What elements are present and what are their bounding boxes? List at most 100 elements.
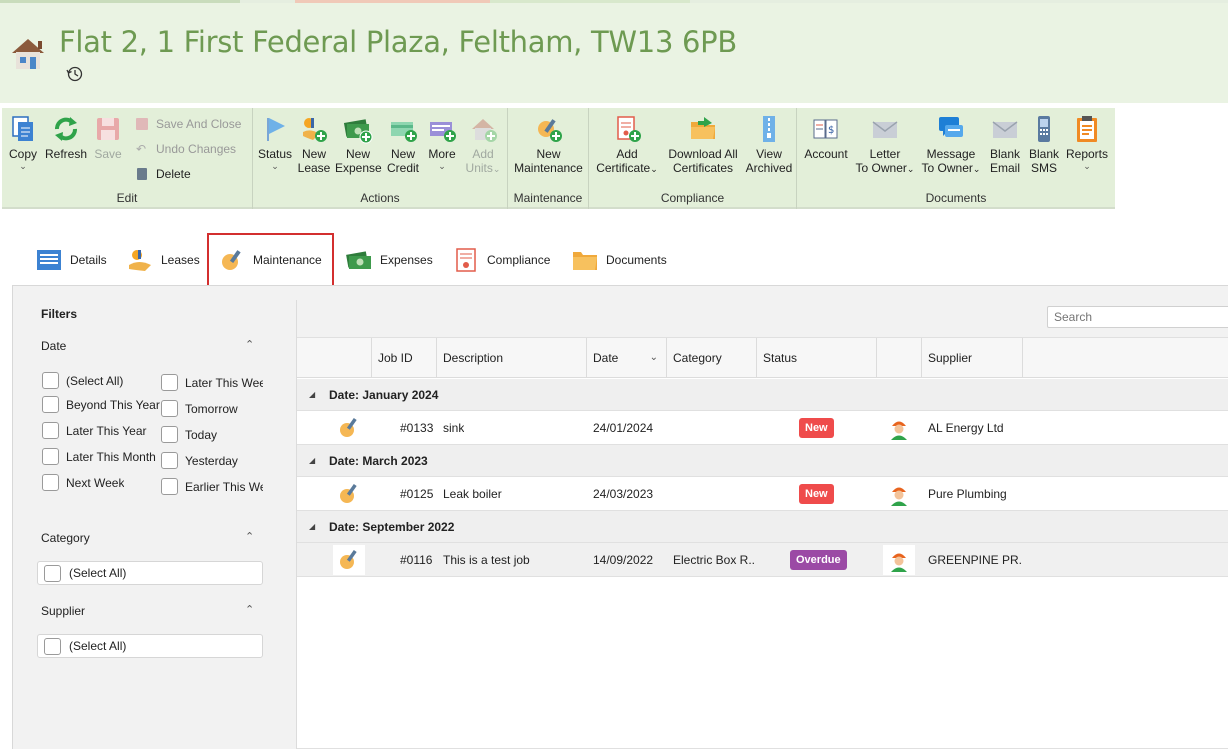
tab-expenses[interactable]: Expenses xyxy=(346,233,433,287)
group-row[interactable]: ◢ Date: March 2023 xyxy=(297,445,1228,477)
view-archived-button[interactable]: View Archived xyxy=(745,114,793,175)
refresh-icon xyxy=(55,117,77,141)
tab-documents[interactable]: Documents xyxy=(572,233,667,287)
search-input[interactable] xyxy=(1047,306,1228,328)
collapse-triangle-icon[interactable]: ◢ xyxy=(309,445,315,477)
filter-checkbox[interactable]: Yesterday xyxy=(161,452,263,469)
house-icon xyxy=(12,39,44,69)
letter-to-owner-button[interactable]: Letter To Owner⌄ xyxy=(853,114,917,176)
page-header: Flat 2, 1 First Federal Plaza, Feltham, … xyxy=(0,0,1228,103)
copy-button[interactable]: Copy ⌄ xyxy=(5,114,41,171)
cell-category: Electric Box R... xyxy=(673,553,755,567)
group-label-actions: Actions xyxy=(360,191,400,205)
save-and-close-button[interactable]: Save And Close xyxy=(136,117,241,131)
column-header-job-id[interactable]: Job ID xyxy=(372,338,437,378)
undo-changes-button[interactable]: ↶ Undo Changes xyxy=(136,142,236,156)
status-button[interactable]: Status ⌄ xyxy=(256,114,294,171)
group-row[interactable]: ◢ Date: January 2024 xyxy=(297,379,1228,411)
filter-checkbox[interactable]: Later This Month xyxy=(42,448,156,465)
new-expense-button[interactable]: New Expense xyxy=(335,114,382,175)
filter-checkbox[interactable]: Beyond This Year xyxy=(42,396,160,413)
blank-email-button[interactable]: Blank Email xyxy=(985,114,1025,175)
checkbox-icon xyxy=(42,372,59,389)
filter-checkbox[interactable]: Next Week xyxy=(42,474,124,491)
cell-category xyxy=(673,477,755,511)
filter-checkbox[interactable]: (Select All) xyxy=(42,372,123,389)
column-header-status[interactable]: Status xyxy=(757,338,877,378)
table-row[interactable]: #0116 This is a test job 14/09/2022 Elec… xyxy=(297,543,1228,577)
more-button[interactable]: More ⌄ xyxy=(423,114,461,171)
download-all-certificates-button[interactable]: Download All Certificates xyxy=(663,114,743,175)
tab-compliance[interactable]: Compliance xyxy=(453,233,550,287)
filter-checkbox[interactable]: Later This Wee xyxy=(161,374,263,391)
history-icon[interactable] xyxy=(66,65,84,83)
account-button[interactable]: $ Account xyxy=(800,114,852,161)
checkbox-icon xyxy=(161,478,178,495)
blank-sms-button[interactable]: Blank SMS xyxy=(1025,114,1063,175)
search-bar xyxy=(297,300,1228,338)
filter-supplier-label: Supplier xyxy=(41,604,86,618)
add-certificate-button[interactable]: Add Certificate⌄ xyxy=(592,114,662,176)
svg-text:$: $ xyxy=(828,125,834,136)
category-select-all[interactable]: (Select All) xyxy=(37,561,263,585)
checkbox-icon xyxy=(161,374,178,391)
table-row[interactable]: #0133 sink 24/01/2024 New AL Energy Ltd xyxy=(297,411,1228,445)
checkbox-icon xyxy=(44,564,61,582)
more-icon xyxy=(430,122,456,142)
filters-title: Filters xyxy=(41,307,78,321)
cell-description: sink xyxy=(443,421,465,435)
maintenance-job-icon xyxy=(340,549,357,569)
group-row[interactable]: ◢ Date: September 2022 xyxy=(297,511,1228,543)
tab-leases[interactable]: Leases xyxy=(127,233,200,287)
status-badge: New xyxy=(799,484,834,504)
cell-job-id: #0116 xyxy=(400,553,433,567)
section-tabs: Details Leases Maintenance Expenses Comp… xyxy=(0,228,1228,288)
content-panel: Filters Date ⌃ (Select All) Beyond This … xyxy=(12,285,1228,749)
chevron-down-icon: ⌄ xyxy=(438,161,446,171)
add-units-button[interactable]: Add Units⌄ xyxy=(463,114,503,176)
checkbox-icon xyxy=(42,396,59,413)
chevron-up-icon[interactable]: ⌃ xyxy=(245,603,254,616)
cell-supplier: Pure Plumbing xyxy=(928,487,1007,501)
folder-download-icon xyxy=(691,117,715,139)
column-header-date[interactable]: Date ⌄ xyxy=(587,338,667,378)
collapse-triangle-icon[interactable]: ◢ xyxy=(309,511,315,543)
new-credit-button[interactable]: New Credit xyxy=(383,114,423,175)
cell-job-id: #0125 xyxy=(400,487,434,501)
filter-checkbox[interactable]: Earlier This We xyxy=(161,478,263,495)
documents-icon xyxy=(573,252,597,270)
save-close-icon xyxy=(136,118,148,130)
message-to-owner-button[interactable]: Message To Owner⌄ xyxy=(919,114,983,176)
column-header-supplier[interactable]: Supplier xyxy=(922,338,1023,378)
filters-panel: Filters Date ⌃ (Select All) Beyond This … xyxy=(13,286,296,749)
refresh-button[interactable]: Refresh xyxy=(44,114,88,161)
worker-avatar-icon xyxy=(891,487,907,506)
column-header-category[interactable]: Category xyxy=(667,338,757,378)
filter-checkbox[interactable]: Later This Year xyxy=(42,422,147,439)
worker-avatar-icon xyxy=(891,553,907,572)
table-row[interactable]: #0125 Leak boiler 24/03/2023 New Pure Pl… xyxy=(297,477,1228,511)
chevron-up-icon[interactable]: ⌃ xyxy=(245,338,254,351)
filter-checkbox[interactable]: Tomorrow xyxy=(161,400,263,417)
reports-button[interactable]: Reports ⌄ xyxy=(1065,114,1109,171)
cell-description: This is a test job xyxy=(443,553,530,567)
delete-button[interactable]: Delete xyxy=(136,167,191,181)
cell-date: 24/01/2024 xyxy=(593,421,654,435)
column-header-description[interactable]: Description xyxy=(437,338,587,378)
flag-icon xyxy=(267,118,285,141)
supplier-select-all[interactable]: (Select All) xyxy=(37,634,263,658)
tab-maintenance[interactable]: Maintenance xyxy=(207,233,334,287)
save-icon xyxy=(97,118,119,140)
phone-icon xyxy=(1038,116,1050,142)
leases-icon xyxy=(129,250,151,271)
collapse-triangle-icon[interactable]: ◢ xyxy=(309,379,315,411)
save-button[interactable]: Save xyxy=(90,114,126,161)
maintenance-job-icon xyxy=(340,417,357,437)
filter-checkbox[interactable]: Today xyxy=(161,426,263,443)
chevron-up-icon[interactable]: ⌃ xyxy=(245,530,254,543)
checkbox-icon xyxy=(44,637,61,655)
new-maintenance-button[interactable]: New Maintenance xyxy=(510,114,587,175)
chat-icon xyxy=(939,117,963,137)
tab-details[interactable]: Details xyxy=(36,233,107,287)
new-lease-button[interactable]: New Lease xyxy=(294,114,334,175)
